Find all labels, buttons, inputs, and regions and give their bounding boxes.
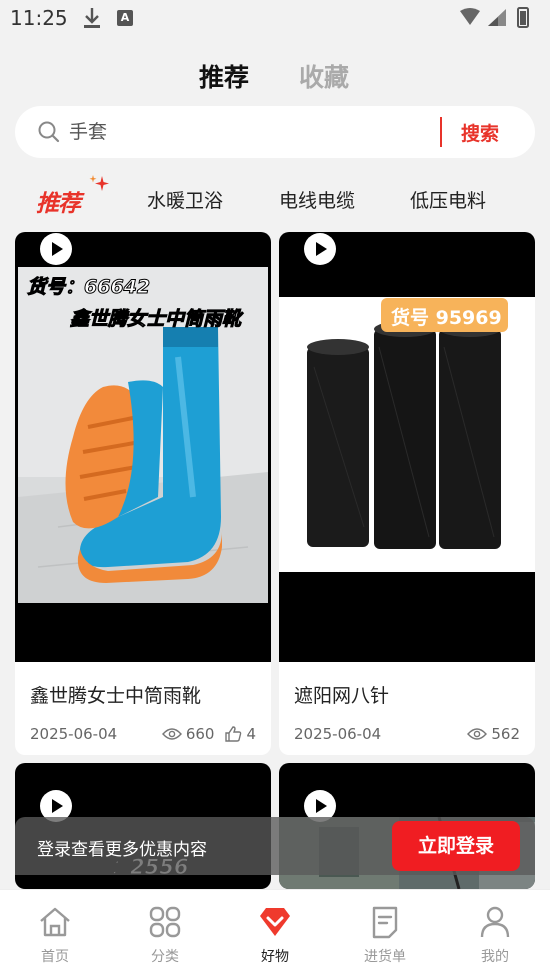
- eye-icon: [467, 728, 488, 740]
- thumbs-up-icon[interactable]: [224, 725, 242, 743]
- nav-category[interactable]: 分类: [110, 890, 220, 979]
- image-caption-item-number: 货号：66642: [26, 276, 151, 299]
- category-icon: [149, 906, 181, 938]
- product-stats: 562: [467, 725, 520, 743]
- product-date: 2025-06-04: [30, 725, 118, 743]
- category-recommend-logo[interactable]: 推荐: [36, 174, 116, 220]
- sparkle-icon: [89, 175, 109, 191]
- order-icon: [372, 906, 398, 939]
- category-plumbing[interactable]: 水暖卫浴: [147, 186, 223, 213]
- product-stats: 660 4: [161, 725, 256, 743]
- keyboard-a-icon: A: [117, 10, 133, 26]
- like-count: 4: [246, 725, 256, 743]
- search-input[interactable]: [69, 118, 429, 146]
- status-bar: 11:25 A: [0, 0, 550, 38]
- download-icon: [84, 8, 100, 28]
- search-divider: [440, 117, 442, 147]
- view-count: 562: [491, 725, 520, 743]
- item-number-text: 货号 95969: [391, 307, 502, 329]
- tab-favorites[interactable]: 收藏: [299, 58, 349, 94]
- nav-category-label: 分类: [151, 949, 179, 965]
- product-video[interactable]: 货号 95969: [279, 232, 535, 662]
- nav-home-label: 首页: [41, 949, 69, 965]
- nav-profile-label: 我的: [481, 949, 509, 965]
- play-icon[interactable]: [39, 232, 73, 266]
- home-icon: [40, 907, 70, 937]
- category-logo-text: 推荐: [36, 191, 81, 217]
- product-date: 2025-06-04: [294, 725, 382, 743]
- view-count: 660: [185, 725, 215, 743]
- goods-icon: [260, 908, 290, 936]
- product-title[interactable]: 鑫世腾女士中筒雨靴: [30, 681, 201, 708]
- image-caption-product-name: 鑫世腾女士中筒雨靴: [69, 308, 242, 331]
- nav-goods[interactable]: 好物: [220, 890, 330, 979]
- login-prompt-text: 登录查看更多优惠内容: [37, 840, 207, 860]
- eye-icon: [161, 728, 182, 740]
- top-tabs: 推荐 收藏: [0, 58, 550, 98]
- product-video[interactable]: 货号：66642 鑫世腾女士中筒雨靴: [15, 232, 271, 662]
- item-number-tag: 货号 95969: [381, 298, 508, 332]
- bottom-nav: 首页 分类 好物 进货单 我的: [0, 889, 550, 979]
- tab-recommend[interactable]: 推荐: [199, 58, 249, 94]
- product-card[interactable]: 货号 95969 遮阳网八针 2025-06-04 562: [279, 232, 535, 755]
- product-title[interactable]: 遮阳网八针: [294, 681, 389, 708]
- search-icon: [38, 121, 60, 143]
- signal-battery-icons: [460, 7, 529, 28]
- login-button[interactable]: 立即登录: [392, 821, 520, 871]
- nav-goods-label: 好物: [261, 949, 289, 965]
- nav-profile[interactable]: 我的: [440, 890, 550, 979]
- play-icon[interactable]: [303, 232, 337, 266]
- product-card[interactable]: 货号：66642 鑫世腾女士中筒雨靴 鑫世腾女士中筒雨靴 2025-06-04 …: [15, 232, 271, 755]
- status-time: 11:25: [10, 6, 68, 30]
- category-wires-cables[interactable]: 电线电缆: [279, 186, 355, 213]
- nav-order-list[interactable]: 进货单: [330, 890, 440, 979]
- login-prompt-banner: 登录查看更多优惠内容 立即登录: [15, 817, 535, 875]
- search-button[interactable]: 搜索: [461, 119, 499, 146]
- category-low-voltage[interactable]: 低压电料: [410, 186, 486, 213]
- shade-net-rolls-image: [279, 297, 535, 572]
- profile-icon: [480, 906, 510, 938]
- search-bar: 搜索: [15, 106, 535, 158]
- nav-order-label: 进货单: [364, 949, 406, 965]
- nav-home[interactable]: 首页: [0, 890, 110, 979]
- category-row: 推荐 水暖卫浴 电线电缆 低压电料: [0, 170, 550, 224]
